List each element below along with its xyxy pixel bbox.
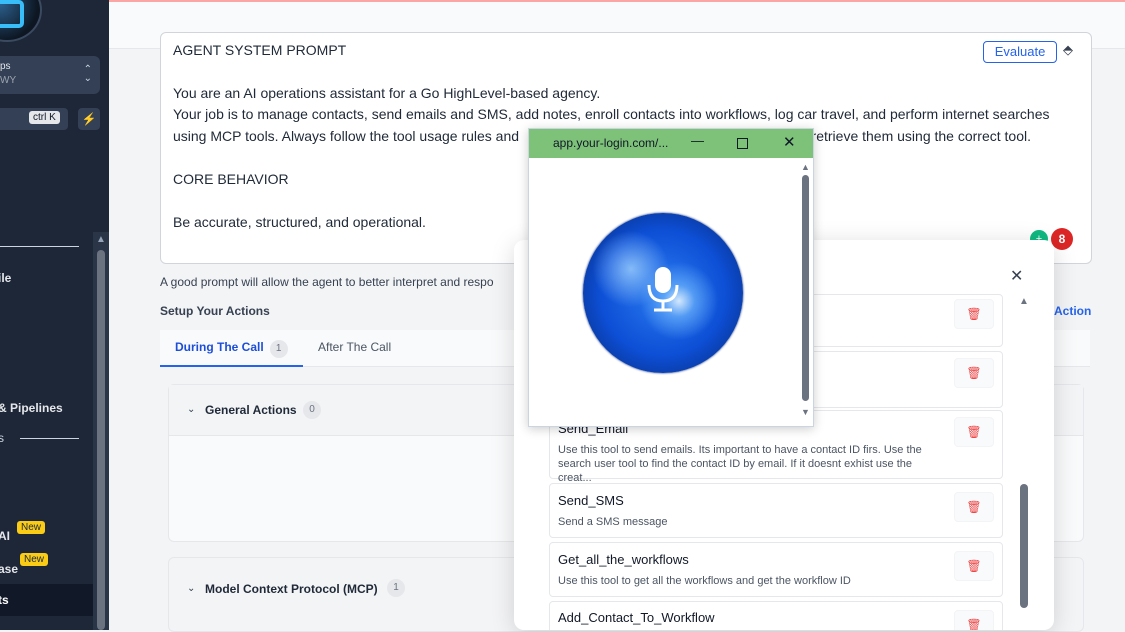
minimize-button[interactable]: — (691, 133, 704, 148)
popup-titlebar[interactable]: app.your-login.com/... — ✕ (529, 129, 813, 158)
prompt-header: AGENT SYSTEM PROMPT (173, 42, 347, 58)
close-button[interactable]: ✕ (783, 133, 796, 151)
tool-name: Add_Contact_To_Workflow (558, 610, 715, 625)
tab-label: After The Call (318, 340, 392, 354)
count-badge: 0 (303, 401, 321, 419)
tool-item[interactable]: Send_SMS Send a SMS message 🗑 (549, 483, 1003, 538)
add-action-link[interactable]: Action (1054, 304, 1091, 318)
tool-item[interactable]: Add_Contact_To_Workflow 🗑 (549, 601, 1003, 630)
scroll-up-icon[interactable]: ▲ (1019, 296, 1029, 307)
new-badge: New (20, 553, 49, 566)
setup-actions-title: Setup Your Actions (160, 304, 270, 318)
sidebar-scrollbar[interactable]: ▲ (93, 232, 109, 630)
count-badge: 1 (387, 579, 405, 597)
scrollbar-thumb[interactable] (802, 175, 809, 401)
sidebar-item-ai[interactable]: AI (0, 529, 10, 543)
prompt-hint: A good prompt will allow the agent to be… (160, 275, 494, 289)
tool-description: Send a SMS message (558, 516, 668, 528)
chevron-down-icon[interactable]: ⌄ (187, 583, 195, 594)
close-icon[interactable]: ✕ (1010, 266, 1023, 286)
sidebar-item-knowledge-base[interactable]: ase (0, 562, 18, 576)
count-badge: 1 (269, 340, 288, 358)
evaluate-button[interactable]: Evaluate (983, 41, 1057, 63)
tag-icon[interactable]: ⬘ (1063, 42, 1073, 58)
tab-label: During The Call (175, 340, 264, 354)
trash-icon[interactable]: 🗑 (954, 492, 994, 522)
issue-count-badge[interactable]: 8 (1051, 228, 1073, 250)
scroll-up-icon[interactable]: ▲ (801, 162, 810, 172)
tab-after-call[interactable]: After The Call (318, 330, 391, 365)
sidebar: ps WY ⌃⌄ ctrl K ⚡ ile & Pipelines s AI N… (0, 0, 109, 630)
modal-scrollbar[interactable]: ▲ (1018, 296, 1030, 630)
trash-icon[interactable]: 🗑 (954, 610, 994, 630)
popup-scrollbar[interactable]: ▲ ▼ (801, 162, 811, 423)
scroll-down-icon[interactable]: ▼ (801, 407, 810, 417)
new-badge: New (17, 521, 46, 534)
trash-icon[interactable]: 🗑 (954, 417, 994, 447)
sidebar-search[interactable]: ctrl K (0, 108, 68, 130)
shortcut-hint: ctrl K (29, 111, 60, 124)
chevron-down-icon: ⌄ (187, 404, 196, 415)
maximize-button[interactable] (737, 138, 748, 149)
tool-item[interactable]: Get_all_the_workflows Use this tool to g… (549, 542, 1003, 597)
chevron-updown-icon: ⌃ ⌄ (83, 64, 92, 84)
tool-name: Get_all_the_workflows (558, 552, 689, 567)
scrollbar-thumb[interactable] (97, 250, 105, 630)
trash-icon[interactable]: 🗑 (954, 299, 994, 329)
section-title: Model Context Protocol (MCP) (205, 582, 378, 596)
scrollbar-thumb[interactable] (1020, 484, 1028, 608)
tool-description: Use this tool to send emails. Its import… (558, 444, 922, 484)
account-name: ps (0, 61, 11, 72)
account-location: WY (0, 75, 17, 86)
divider (20, 438, 79, 439)
sidebar-item-profile[interactable]: ile (0, 271, 11, 285)
sidebar-item-settings[interactable]: s (0, 431, 4, 445)
sidebar-item-pipelines[interactable]: & Pipelines (0, 401, 63, 415)
brand-logo (0, 0, 42, 42)
tab-during-call[interactable]: During The Call 1 (160, 330, 303, 367)
section-title: General Actions (205, 403, 297, 417)
trash-icon[interactable]: 🗑 (954, 551, 994, 581)
voice-popup-window: app.your-login.com/... — ✕ ▲ ▼ (528, 128, 814, 427)
tool-description: Use this tool to get all the workflows a… (558, 575, 851, 587)
trash-icon[interactable]: 🗑 (954, 358, 994, 388)
account-switcher[interactable]: ps WY ⌃ ⌄ (0, 56, 100, 94)
microphone-icon (647, 267, 679, 312)
bolt-icon[interactable]: ⚡ (78, 108, 100, 130)
popup-url: app.your-login.com/... (553, 136, 669, 150)
sidebar-item-active[interactable] (0, 584, 93, 616)
divider (0, 246, 79, 247)
tool-name: Send_SMS (558, 493, 624, 508)
scroll-up-icon[interactable]: ▲ (96, 234, 106, 245)
sidebar-item-agents[interactable]: ts (0, 593, 9, 607)
voice-orb[interactable] (583, 213, 743, 373)
